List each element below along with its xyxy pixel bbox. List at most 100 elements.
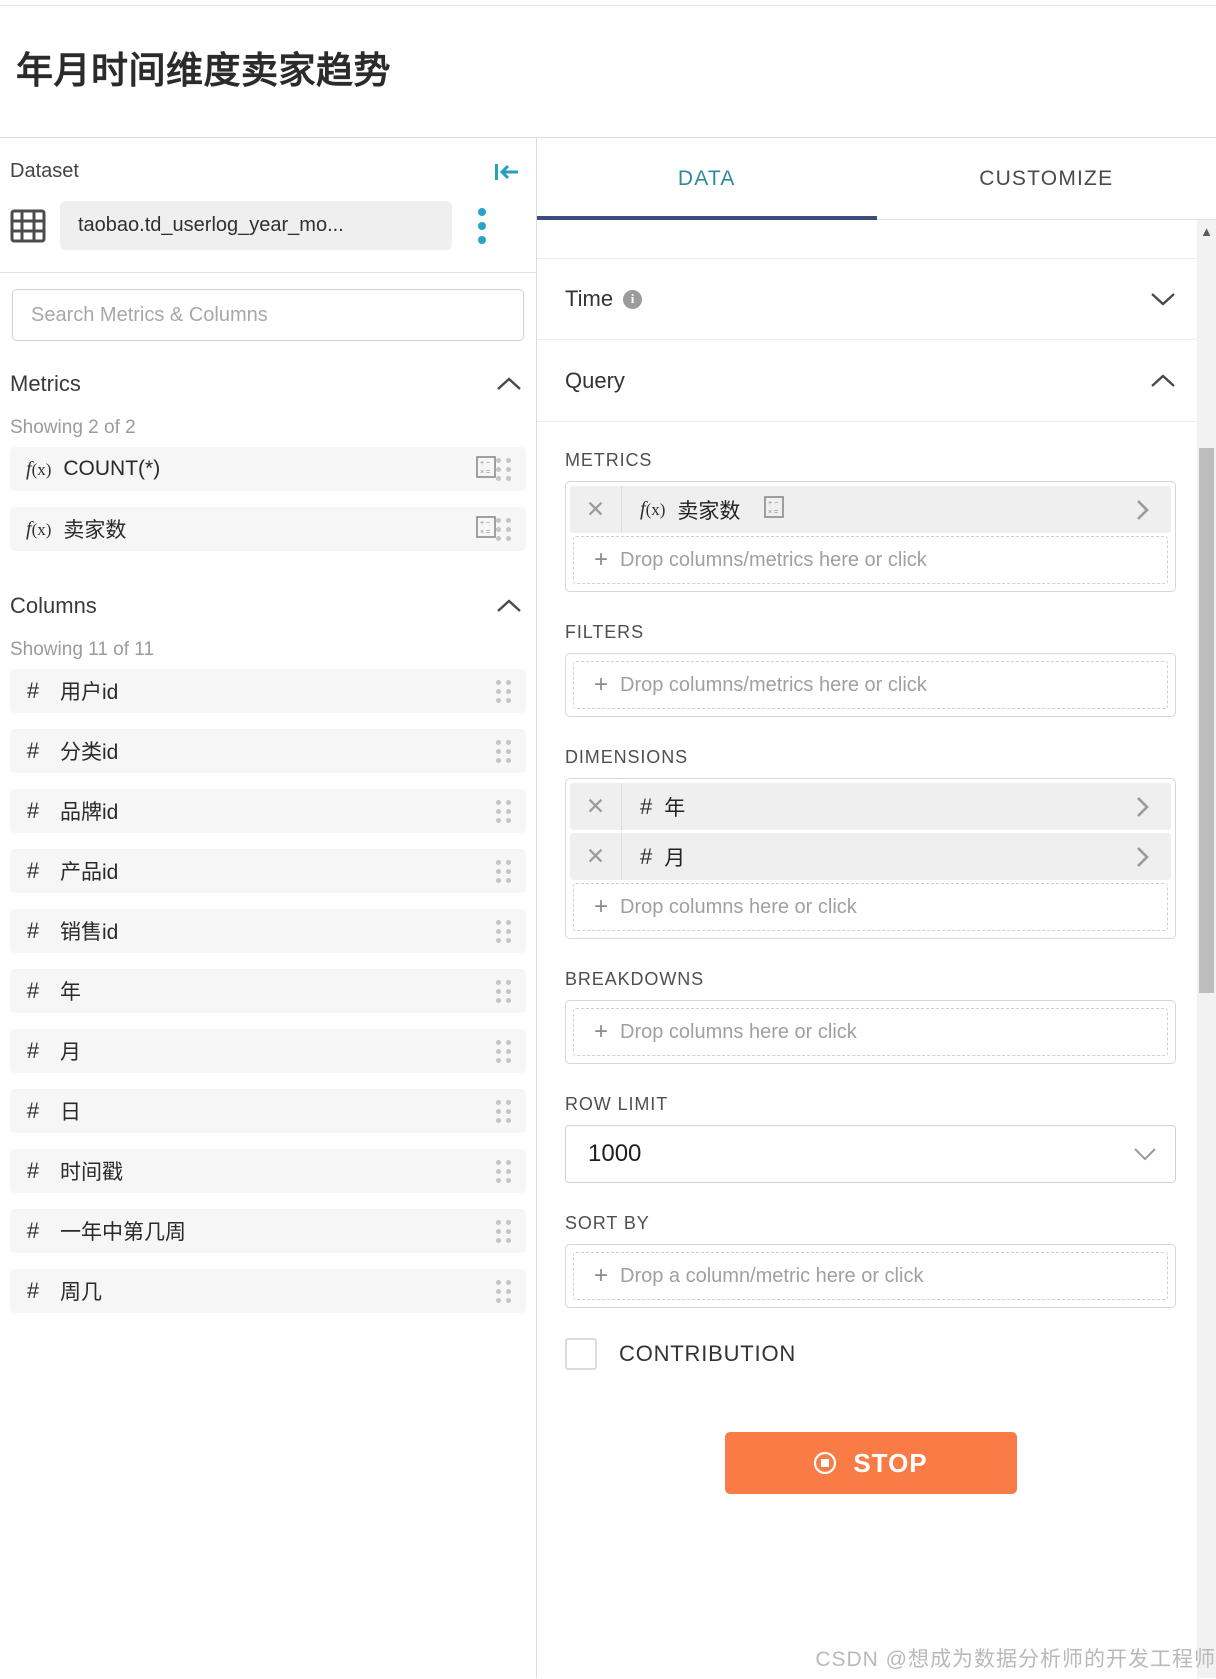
breakdowns-dropzone[interactable]: + Drop columns here or click: [573, 1008, 1168, 1056]
drag-handle-icon[interactable]: [496, 739, 512, 763]
metric-label: COUNT(*): [63, 457, 161, 480]
contribution-row[interactable]: CONTRIBUTION: [565, 1338, 1176, 1370]
sort-by-label: SORT BY: [565, 1213, 650, 1233]
dataset-more-menu-icon[interactable]: [466, 207, 492, 244]
tab-customize[interactable]: CUSTOMIZE: [877, 138, 1216, 219]
row-limit-select[interactable]: 1000: [565, 1125, 1176, 1183]
dimensions-dropzone[interactable]: + Drop columns here or click: [573, 883, 1168, 931]
sort-by-dropzone[interactable]: + Drop a column/metric here or click: [573, 1252, 1168, 1300]
drag-handle-icon[interactable]: [496, 1219, 512, 1243]
breakdowns-control: + Drop columns here or click: [565, 1000, 1176, 1064]
metric-chip[interactable]: ✕ f(x) 卖家数 + − × =: [570, 486, 1171, 533]
dataset-panel: Dataset taobao.td_userlog_year_mo... Sea…: [0, 138, 537, 1678]
drag-handle-icon[interactable]: [496, 1099, 512, 1123]
columns-section-header[interactable]: Columns: [0, 567, 536, 623]
list-item[interactable]: # 销售id: [10, 909, 526, 953]
numeric-column-icon: #: [26, 1038, 40, 1063]
contribution-checkbox[interactable]: [565, 1338, 597, 1370]
remove-icon[interactable]: ✕: [570, 486, 622, 533]
column-label: 日: [60, 1101, 81, 1124]
numeric-column-icon: #: [26, 918, 40, 943]
contribution-label: CONTRIBUTION: [619, 1341, 797, 1366]
metric-chip-label: 卖家数: [677, 499, 741, 523]
chevron-up-icon[interactable]: [1150, 373, 1176, 389]
info-icon[interactable]: i: [623, 289, 643, 309]
fx-icon: f(x): [26, 457, 52, 480]
plus-icon: +: [594, 1262, 609, 1289]
plus-icon: +: [594, 671, 609, 698]
chevron-right-icon[interactable]: [1115, 498, 1171, 522]
search-input[interactable]: [12, 289, 524, 341]
panel-scrollbar[interactable]: ▲: [1197, 220, 1216, 1678]
metrics-section-header[interactable]: Metrics: [0, 353, 536, 401]
list-item[interactable]: # 品牌id: [10, 789, 526, 833]
stop-button[interactable]: STOP: [724, 1432, 1017, 1494]
list-item[interactable]: # 月: [10, 1029, 526, 1073]
numeric-column-icon: #: [26, 798, 40, 823]
chevron-down-icon[interactable]: [1150, 291, 1176, 307]
list-item[interactable]: # 日: [10, 1089, 526, 1133]
remove-icon[interactable]: ✕: [570, 833, 622, 880]
drag-handle-icon[interactable]: [496, 979, 512, 1003]
list-item[interactable]: # 用户id: [10, 669, 526, 713]
dimension-chip[interactable]: ✕ # 年: [570, 783, 1171, 830]
collapse-left-icon[interactable]: [494, 161, 520, 183]
numeric-column-icon: #: [26, 1278, 40, 1303]
accordion-query[interactable]: Query: [537, 340, 1216, 422]
tab-data[interactable]: DATA: [537, 138, 877, 220]
chevron-down-icon[interactable]: [1133, 1140, 1157, 1168]
chevron-right-icon[interactable]: [1115, 795, 1171, 819]
list-item[interactable]: # 分类id: [10, 729, 526, 773]
remove-icon[interactable]: ✕: [570, 783, 622, 830]
stop-button-container: STOP: [565, 1410, 1176, 1494]
column-label: 用户id: [60, 681, 119, 704]
dimension-chip[interactable]: ✕ # 月: [570, 833, 1171, 880]
list-item[interactable]: # 产品id: [10, 849, 526, 893]
svg-text:× =: × =: [480, 469, 490, 476]
chevron-up-icon[interactable]: [496, 376, 522, 392]
calculator-icon: + − × =: [476, 455, 496, 483]
list-item[interactable]: # 一年中第几周: [10, 1209, 526, 1253]
list-item[interactable]: # 时间戳: [10, 1149, 526, 1193]
breakdowns-field-label: BREAKDOWNS: [565, 969, 705, 989]
dataset-name[interactable]: taobao.td_userlog_year_mo...: [60, 201, 452, 250]
drag-handle-icon[interactable]: [496, 799, 512, 823]
fx-icon: f(x): [640, 498, 666, 520]
drag-handle-icon[interactable]: [496, 679, 512, 703]
accordion-query-text: Query: [565, 367, 625, 393]
column-label: 年: [60, 981, 81, 1004]
list-item[interactable]: f(x) 卖家数 + − × =: [10, 507, 526, 551]
calculator-icon: + − × =: [764, 496, 785, 523]
drag-handle-icon[interactable]: [496, 1279, 512, 1303]
panel-tabs: DATA CUSTOMIZE: [537, 138, 1216, 220]
drag-handle-icon[interactable]: [496, 457, 512, 481]
drag-handle-icon[interactable]: [496, 859, 512, 883]
fx-icon: f(x): [26, 517, 52, 540]
list-item[interactable]: # 年: [10, 969, 526, 1013]
field-breakdowns: BREAKDOWNS + Drop columns here or click: [565, 969, 1176, 1064]
svg-text:+ −: + −: [480, 520, 490, 527]
list-item[interactable]: f(x) COUNT(*) + − × =: [10, 447, 526, 491]
column-label: 月: [60, 1041, 81, 1064]
main-body: Dataset taobao.td_userlog_year_mo... Sea…: [0, 138, 1216, 1678]
accordion-time[interactable]: Time i: [537, 258, 1216, 340]
drag-handle-icon[interactable]: [496, 1159, 512, 1183]
drag-handle-icon[interactable]: [496, 919, 512, 943]
scroll-up-arrow-icon[interactable]: ▲: [1197, 224, 1216, 239]
scrollbar-thumb[interactable]: [1199, 448, 1214, 993]
dataset-header: Dataset: [0, 138, 536, 193]
dimensions-field-label: DIMENSIONS: [565, 747, 689, 767]
drag-handle-icon[interactable]: [496, 517, 512, 541]
list-item[interactable]: # 周几: [10, 1269, 526, 1313]
numeric-column-icon: #: [26, 1098, 40, 1123]
chevron-up-icon[interactable]: [496, 598, 522, 614]
filters-field-label: FILTERS: [565, 622, 644, 642]
table-grid-icon: [10, 209, 46, 243]
chevron-right-icon[interactable]: [1115, 845, 1171, 869]
metrics-dropzone[interactable]: + Drop columns/metrics here or click: [573, 536, 1168, 584]
filters-dropzone[interactable]: + Drop columns/metrics here or click: [573, 661, 1168, 709]
control-panel: DATA CUSTOMIZE Time i Query METRICS ✕ f(…: [537, 138, 1216, 1678]
row-limit-value: 1000: [588, 1140, 642, 1167]
drag-handle-icon[interactable]: [496, 1039, 512, 1063]
stop-circle-icon: [813, 1451, 837, 1475]
